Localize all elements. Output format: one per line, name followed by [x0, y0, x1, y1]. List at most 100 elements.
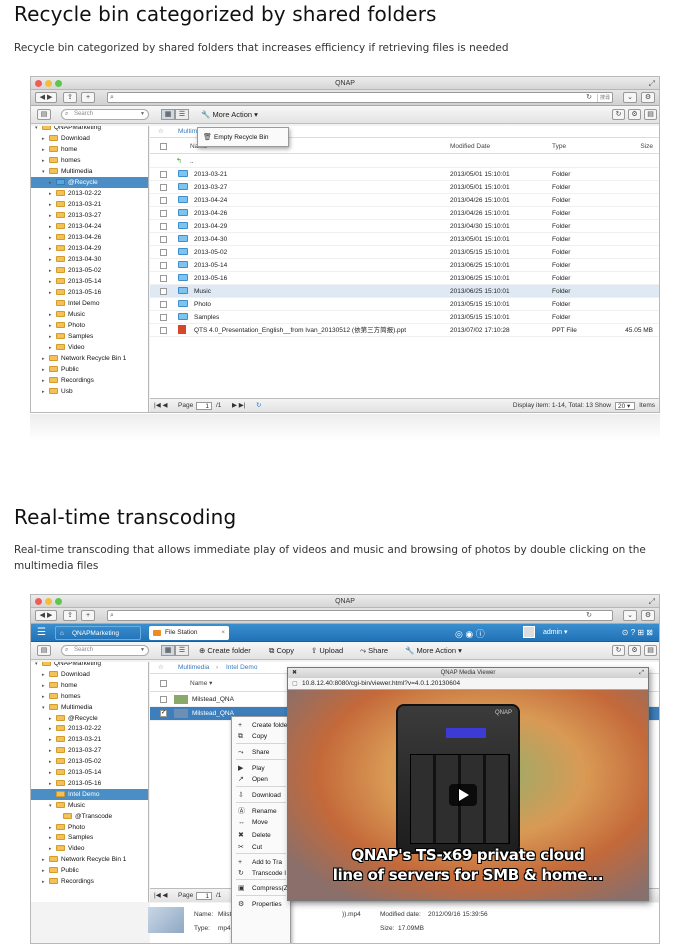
close-viewer-icon[interactable]: ✖	[292, 668, 297, 678]
row-checkbox[interactable]	[160, 184, 167, 191]
column-name[interactable]: Name ▾	[190, 676, 212, 692]
empty-recycle-bin-menu-item[interactable]: 🗑 Empty Recycle Bin	[198, 132, 288, 143]
tree-item[interactable]: ▸ home	[31, 680, 148, 691]
downloads-icon[interactable]: ⌄	[623, 92, 637, 103]
thumbnail-view-button[interactable]: ▦	[161, 645, 175, 656]
table-row[interactable]: Photo 2013/05/15 15:10:01 Folder	[150, 298, 659, 311]
context-menu-item[interactable]: Ⓐ Rename	[232, 806, 290, 817]
copy-button[interactable]: ⧉ Copy	[269, 645, 294, 657]
context-menu-item[interactable]: ↔ Move	[232, 817, 290, 828]
row-checkbox[interactable]	[160, 223, 167, 230]
fullscreen-icon[interactable]: ⤢	[649, 595, 655, 608]
context-menu-item[interactable]: ⧉ Copy	[232, 731, 290, 742]
create-folder-button[interactable]: ⊕ Create folder	[199, 645, 251, 657]
tree-item[interactable]: ▸ 2013-04-24	[31, 221, 148, 232]
tree-item[interactable]: ▸ Samples	[31, 331, 148, 342]
tree-item[interactable]: ▸ 2013-04-30	[31, 254, 148, 265]
table-row[interactable]: 2013-05-14 2013/06/25 15:10:01 Folder	[150, 259, 659, 272]
column-type[interactable]: Type	[552, 140, 566, 154]
table-row[interactable]: 2013-03-21 2013/05/01 15:10:01 Folder	[150, 168, 659, 181]
page-input[interactable]: 1	[196, 892, 212, 900]
table-row[interactable]: 2013-05-16 2013/06/25 15:10:01 Folder	[150, 272, 659, 285]
row-checkbox[interactable]	[160, 275, 167, 282]
column-modified[interactable]: Modified Date	[450, 140, 490, 154]
table-row[interactable]: 2013-04-29 2013/04/30 15:10:01 Folder	[150, 220, 659, 233]
tree-item[interactable]: ▸ 2013-02-22	[31, 188, 148, 199]
tree-item[interactable]: @Transcode	[31, 811, 148, 822]
row-checkbox[interactable]	[160, 236, 167, 243]
tree-item[interactable]: ▸ homes	[31, 155, 148, 166]
tree-item[interactable]: ▸ Public	[31, 364, 148, 375]
panel-icon[interactable]: ▤	[644, 645, 657, 656]
row-checkbox[interactable]	[160, 210, 167, 217]
tree-item[interactable]: ▸ Network Recycle Bin 1	[31, 854, 148, 865]
status-icons[interactable]: ◎ ◉ ⓘ	[455, 627, 485, 640]
table-row[interactable]: Samples 2013/05/15 15:10:01 Folder	[150, 311, 659, 324]
context-menu-item[interactable]: ▶ Play	[232, 763, 290, 774]
tree-item[interactable]: ▸ 2013-03-21	[31, 199, 148, 210]
menu-icon[interactable]: ☰	[37, 626, 46, 639]
tree-item[interactable]: ▸ Network Recycle Bin 1	[31, 353, 148, 364]
tree-item[interactable]: ▸ 2013-05-14	[31, 276, 148, 287]
table-row[interactable]: 2013-03-27 2013/05/01 15:10:01 Folder	[150, 181, 659, 194]
row-checkbox[interactable]	[160, 327, 167, 334]
items-per-page-select[interactable]: 20 ▾	[615, 402, 635, 410]
tree-item[interactable]: ▸ Recordings	[31, 876, 148, 887]
table-row[interactable]: QTS 4.0_Presentation_English__from Ivan_…	[150, 324, 659, 337]
url-input[interactable]: ⌕ ↻	[107, 610, 613, 621]
context-menu-item[interactable]: ✂ Cut	[232, 842, 290, 853]
chevron-icon[interactable]: ▸	[42, 877, 49, 888]
first-page-icon[interactable]: |◀ ◀	[154, 399, 168, 412]
row-checkbox[interactable]	[160, 301, 167, 308]
tree-item[interactable]: ▾ Multimedia	[31, 702, 148, 713]
tree-item[interactable]: ▸ Video	[31, 843, 148, 854]
next-page-icon[interactable]: ▶ ▶|	[232, 399, 246, 412]
favorite-star-icon[interactable]: ☆	[158, 126, 164, 138]
table-row[interactable]: 2013-04-24 2013/04/26 15:10:01 Folder	[150, 194, 659, 207]
row-checkbox[interactable]	[160, 262, 167, 269]
video-player[interactable]: QNAP QNAP's TS-x69 private cloud line of…	[288, 690, 648, 900]
tree-item[interactable]: ▸ 2013-03-21	[31, 734, 148, 745]
tree-item[interactable]: ▸ Recordings	[31, 375, 148, 386]
row-checkbox[interactable]: ✓	[160, 710, 167, 717]
avatar[interactable]	[523, 626, 535, 638]
context-menu-item[interactable]: + Create folde	[232, 720, 290, 731]
gear-icon[interactable]: ⚙	[628, 645, 641, 656]
tab-file-station[interactable]: File Station ×	[149, 626, 229, 640]
tree-item[interactable]: ▸ 2013-05-14	[31, 767, 148, 778]
table-row[interactable]: Music 2013/06/25 15:10:01 Folder	[150, 285, 659, 298]
tree-item[interactable]: ▸ Samples	[31, 832, 148, 843]
row-checkbox[interactable]	[160, 171, 167, 178]
row-checkbox[interactable]	[160, 314, 167, 321]
tree-item[interactable]: Intel Demo	[31, 788, 148, 800]
fullscreen-icon[interactable]: ⤢	[649, 77, 655, 90]
tree-item[interactable]: ▸ 2013-03-27	[31, 210, 148, 221]
tree-item[interactable]: ▸ 2013-03-27	[31, 745, 148, 756]
maximize-window-icon[interactable]	[55, 80, 62, 87]
reload-icon[interactable]: ↻	[586, 93, 592, 103]
tree-item[interactable]: ▸ Download	[31, 669, 148, 680]
add-bookmark-icon[interactable]: +	[81, 92, 95, 103]
row-checkbox[interactable]	[160, 197, 167, 204]
refresh-icon[interactable]: ↻	[612, 109, 625, 120]
table-row[interactable]: 2013-04-30 2013/05/01 15:10:01 Folder	[150, 233, 659, 246]
breadcrumb[interactable]: Multim	[178, 126, 197, 138]
tree-item[interactable]: Intel Demo	[31, 298, 148, 309]
tree-item[interactable]: ▸ 2013-05-02	[31, 756, 148, 767]
context-menu-item[interactable]: + Add to Tra	[232, 857, 290, 868]
header-actions[interactable]: ⊙ ? ⊞ ⊠	[622, 627, 653, 639]
maximize-window-icon[interactable]	[55, 598, 62, 605]
url-input[interactable]: ⌕ ↻ 搜尋	[107, 92, 613, 103]
row-checkbox[interactable]	[160, 288, 167, 295]
tree-item[interactable]: ▾ Multimedia	[31, 166, 148, 177]
list-view-button[interactable]: ☰	[175, 109, 189, 120]
share-icon[interactable]: ⇪	[63, 610, 77, 621]
web-search-button[interactable]: 搜尋	[596, 94, 610, 102]
tree-item[interactable]: ▸ Usb	[31, 386, 148, 397]
parent-directory-row[interactable]: ↰ ..	[150, 155, 659, 168]
share-button[interactable]: ⤳ Share	[360, 645, 388, 657]
page-input[interactable]: 1	[196, 402, 212, 410]
search-input[interactable]: ⌕ Search ▼	[61, 109, 149, 120]
sidebar-toggle-icon[interactable]: ▤	[37, 645, 51, 656]
upload-button[interactable]: ⇧ Upload	[311, 645, 343, 657]
